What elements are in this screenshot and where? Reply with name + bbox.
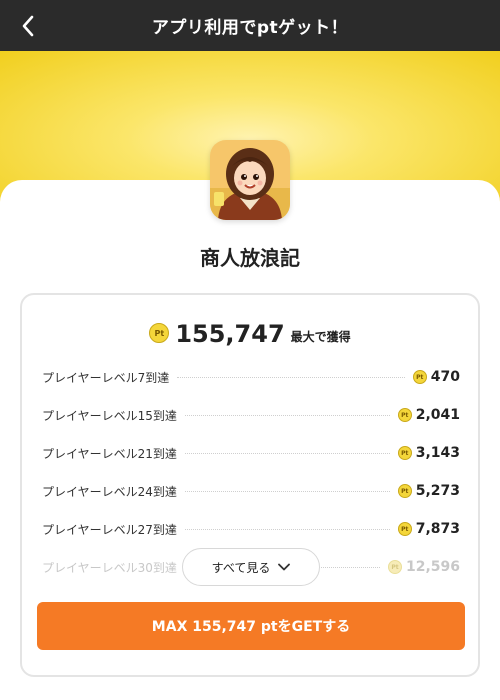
point-coin-icon: Pt [397, 408, 412, 422]
level-label: プレイヤーレベル15到達 [42, 408, 177, 423]
level-label: プレイヤーレベル24到達 [42, 484, 177, 499]
dotted-leader [184, 414, 390, 416]
chevron-left-icon [22, 15, 34, 37]
level-points: 470 [430, 369, 460, 385]
dotted-leader [184, 528, 390, 530]
app-name: 商人放浪記 [200, 246, 300, 270]
level-row: プレイヤーレベル15到達 Pt 2,041 [42, 404, 460, 426]
app-icon [210, 140, 290, 220]
dotted-leader [177, 376, 405, 378]
level-row: プレイヤーレベル24到達 Pt 5,273 [42, 480, 460, 502]
total-reward: Pt 155,747 最大で獲得 [22, 319, 478, 349]
dotted-leader [184, 490, 390, 492]
level-label: プレイヤーレベル7到達 [42, 370, 170, 385]
level-label: プレイヤーレベル30到達 [42, 560, 177, 575]
level-label: プレイヤーレベル21到達 [42, 446, 177, 461]
point-coin-icon: Pt [397, 522, 412, 536]
level-points: 5,273 [415, 483, 460, 499]
chevron-down-icon [278, 563, 291, 571]
point-coin-icon: Pt [397, 484, 412, 498]
page-title: アプリ利用でptゲット！ [151, 18, 349, 38]
total-suffix: 最大で獲得 [290, 330, 351, 344]
level-row: プレイヤーレベル27到達 Pt 7,873 [42, 518, 460, 540]
dotted-leader [184, 452, 390, 454]
back-button[interactable] [14, 12, 42, 40]
level-points: 2,041 [415, 407, 460, 423]
see-all-button[interactable]: すべて見る [182, 548, 320, 586]
level-row: プレイヤーレベル21到達 Pt 3,143 [42, 442, 460, 464]
point-coin-icon: Pt [412, 370, 427, 384]
top-bar: アプリ利用でptゲット！ [0, 0, 500, 51]
level-row: プレイヤーレベル7到達 Pt 470 [42, 366, 460, 388]
reward-card: Pt 155,747 最大で獲得 プレイヤーレベル7到達 Pt 470 プレイヤ… [20, 293, 480, 677]
level-label: プレイヤーレベル27到達 [42, 522, 177, 537]
see-all-label: すべて見る [211, 560, 271, 575]
get-points-button[interactable]: MAX 155,747 ptをGETする [37, 602, 465, 650]
point-coin-icon: Pt [397, 446, 412, 460]
point-coin-icon: Pt [149, 323, 170, 343]
point-coin-icon: Pt [387, 560, 402, 574]
level-points: 3,143 [415, 445, 460, 461]
level-points: 12,596 [405, 559, 460, 575]
total-points: 155,747 [175, 320, 285, 348]
level-points: 7,873 [415, 521, 460, 537]
